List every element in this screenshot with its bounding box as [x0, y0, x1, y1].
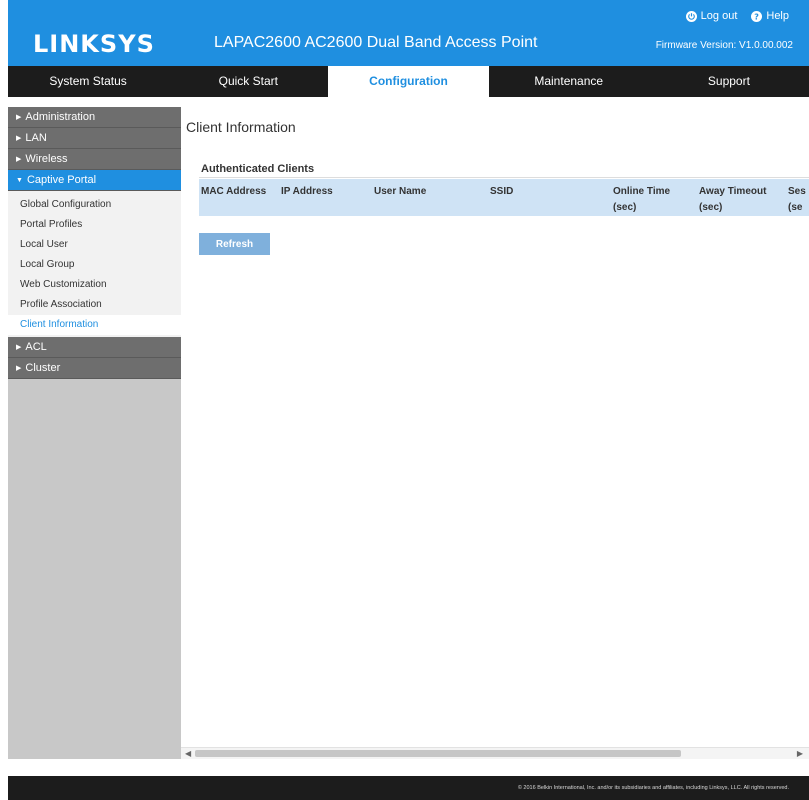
top-links: Log out ? Help	[685, 10, 789, 22]
sidebar-item-portal-profiles[interactable]: Portal Profiles	[8, 215, 181, 235]
sidebar-section-lan[interactable]: ▶ LAN	[8, 128, 181, 149]
section-divider	[199, 177, 809, 178]
firmware-version: Firmware Version: V1.0.00.002	[655, 40, 793, 51]
sidebar-section-label: Wireless	[25, 153, 68, 165]
sidebar: ▶ Administration ▶ LAN ▶ Wireless ▼ Captive …	[8, 107, 181, 759]
sidebar-section-label: Administration	[25, 111, 96, 123]
sidebar-item-local-user[interactable]: Local User	[8, 235, 181, 255]
sidebar-section-acl[interactable]: ▶ ACL	[8, 337, 181, 358]
tab-support[interactable]: Support	[649, 66, 809, 97]
sidebar-item-global-configuration[interactable]: Global Configuration	[8, 195, 181, 215]
sidebar-section-label: LAN	[25, 132, 47, 144]
scroll-right-arrow-icon[interactable]: ▶	[797, 749, 803, 758]
column-header-mac-address: MAC Address	[201, 186, 267, 197]
help-icon: ?	[751, 10, 763, 22]
help-link[interactable]: ? Help	[751, 10, 789, 22]
clients-table-header: MAC Address IP Address User Name SSID On…	[199, 179, 809, 216]
horizontal-scrollbar[interactable]: ◀ ▶	[181, 747, 809, 759]
sidebar-section-cluster[interactable]: ▶ Cluster	[8, 358, 181, 379]
sidebar-section-label: ACL	[25, 341, 47, 353]
footer: © 2016 Belkin International, Inc. and/or…	[8, 776, 809, 800]
caret-right-icon: ▶	[16, 344, 22, 351]
column-header-away-timeout: Away Timeout (sec)	[699, 186, 767, 213]
column-header-session: Ses (se	[788, 186, 806, 213]
product-title: LAPAC2600 AC2600 Dual Band Access Point	[214, 34, 538, 51]
tab-configuration[interactable]: Configuration	[328, 66, 489, 97]
tab-quick-start[interactable]: Quick Start	[168, 66, 328, 97]
main-content: Client Information Authenticated Clients…	[181, 97, 809, 759]
caret-right-icon: ▶	[16, 365, 22, 372]
section-title: Authenticated Clients	[201, 163, 315, 175]
sidebar-item-profile-association[interactable]: Profile Association	[8, 295, 181, 315]
caret-right-icon: ▶	[16, 135, 22, 142]
sidebar-section-label: Cluster	[25, 362, 61, 374]
sidebar-section-captive-portal[interactable]: ▼ Captive Portal	[8, 170, 181, 191]
column-header-ip-address: IP Address	[281, 186, 333, 197]
svg-text:?: ?	[755, 12, 760, 21]
help-label: Help	[766, 10, 789, 22]
power-icon	[685, 10, 697, 22]
logout-label: Log out	[700, 10, 738, 22]
sidebar-item-local-group[interactable]: Local Group	[8, 255, 181, 275]
caret-right-icon: ▶	[16, 114, 22, 121]
scrollbar-thumb[interactable]	[195, 750, 681, 757]
tab-maintenance[interactable]: Maintenance	[489, 66, 649, 97]
captive-portal-submenu: Global Configuration Portal Profiles Loc…	[8, 191, 181, 337]
scroll-left-arrow-icon[interactable]: ◀	[185, 749, 191, 758]
logout-link[interactable]: Log out	[685, 10, 738, 22]
sidebar-section-administration[interactable]: ▶ Administration	[8, 107, 181, 128]
column-header-user-name: User Name	[374, 186, 427, 197]
header: LINKSYS LAPAC2600 AC2600 Dual Band Acces…	[8, 0, 809, 66]
sidebar-section-label: Captive Portal	[26, 174, 97, 186]
refresh-button[interactable]: Refresh	[199, 233, 270, 255]
tab-system-status[interactable]: System Status	[8, 66, 168, 97]
page-title: Client Information	[186, 119, 296, 135]
footer-copyright: © 2016 Belkin International, Inc. and/or…	[517, 785, 789, 791]
column-header-ssid: SSID	[490, 186, 514, 197]
sidebar-item-client-information[interactable]: Client Information	[8, 315, 181, 335]
column-header-online-time: Online Time (sec)	[613, 186, 671, 213]
sidebar-section-wireless[interactable]: ▶ Wireless	[8, 149, 181, 170]
sidebar-item-web-customization[interactable]: Web Customization	[8, 275, 181, 295]
linksys-logo: LINKSYS	[33, 30, 155, 58]
main-nav: System Status Quick Start Configuration …	[8, 66, 809, 97]
caret-right-icon: ▶	[16, 156, 22, 163]
caret-down-icon: ▼	[16, 177, 23, 184]
